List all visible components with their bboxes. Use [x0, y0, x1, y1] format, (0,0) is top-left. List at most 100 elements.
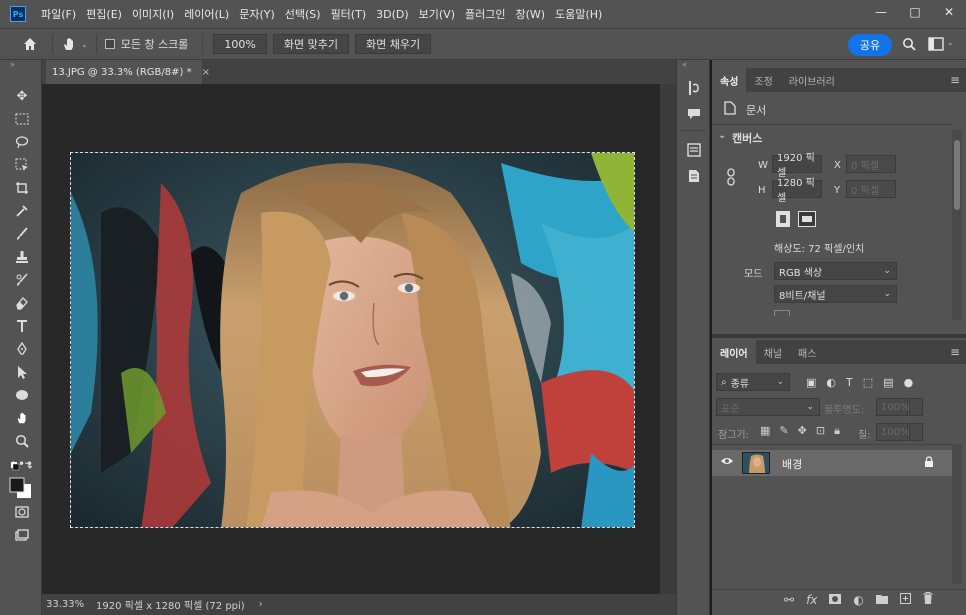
opacity-dropdown[interactable] [909, 398, 923, 416]
document-image[interactable] [70, 152, 635, 528]
pixel-filter-icon[interactable]: ▣ [806, 376, 816, 389]
y-field[interactable]: 0 픽셀 [846, 180, 896, 198]
adjustment-icon[interactable]: ◐ [853, 593, 863, 607]
stamp-tool-icon[interactable] [13, 248, 31, 266]
document-tab[interactable]: 13.JPG @ 33.3% (RGB/8#) * × [46, 60, 210, 84]
width-field[interactable]: 1920 픽셀 [772, 153, 822, 179]
pen-tool-icon[interactable] [13, 340, 31, 358]
mask-icon[interactable] [829, 593, 842, 607]
blend-mode-select[interactable]: 표준 ⌄ [716, 398, 820, 416]
trash-icon[interactable] [922, 592, 933, 607]
collapse-icon[interactable]: « [682, 60, 687, 69]
tab-layers[interactable]: 레이어 [712, 340, 756, 364]
new-layer-icon[interactable] [899, 592, 911, 607]
fill-field[interactable]: 100% [876, 423, 910, 441]
menu-view[interactable]: 보기(V) [414, 6, 460, 22]
portrait-orientation-icon[interactable] [776, 211, 790, 227]
search-icon[interactable] [902, 37, 916, 51]
visibility-eye-icon[interactable] [720, 456, 734, 469]
fx-icon[interactable]: fx [806, 593, 817, 607]
x-field[interactable]: 0 픽셀 [846, 155, 896, 173]
history-panel-icon[interactable] [686, 80, 702, 96]
object-selection-tool-icon[interactable] [13, 156, 31, 174]
menu-select[interactable]: 선택(S) [280, 6, 326, 22]
move-tool-icon[interactable]: ✥ [13, 87, 31, 105]
fill-dropdown[interactable] [909, 423, 923, 441]
marquee-tool-icon[interactable] [13, 110, 31, 128]
lock-pixels-icon[interactable]: ✎ [779, 424, 788, 438]
panel-menu-icon[interactable]: ≡ [950, 345, 960, 359]
quick-mask-icon[interactable] [13, 503, 31, 521]
menu-edit[interactable]: 편집(E) [81, 6, 127, 22]
scroll-all-windows-checkbox[interactable] [104, 39, 115, 49]
zoom-tool-icon[interactable] [13, 432, 31, 450]
menu-window[interactable]: 창(W) [510, 6, 550, 22]
layers-scrollbar[interactable] [952, 444, 962, 584]
screen-mode-icon[interactable] [13, 526, 31, 544]
properties-panel-icon[interactable] [686, 142, 702, 158]
ellipse-tool-icon[interactable] [13, 386, 31, 404]
tab-paths[interactable]: 패스 [790, 340, 824, 364]
lasso-tool-icon[interactable] [13, 133, 31, 151]
chevron-down-icon[interactable]: ⌄ [947, 38, 954, 47]
menu-plugins[interactable]: 플러그인 [460, 6, 510, 22]
vertical-scrollbar[interactable] [660, 84, 676, 594]
menu-type[interactable]: 문자(Y) [234, 6, 280, 22]
tab-properties[interactable]: 속성 [712, 68, 747, 92]
comments-panel-icon[interactable] [686, 106, 702, 122]
share-button[interactable]: 공유 [848, 34, 892, 56]
lock-position-icon[interactable]: ✥ [798, 424, 807, 438]
brush-tool-icon[interactable] [13, 225, 31, 243]
eraser-tool-icon[interactable] [13, 294, 31, 312]
menu-filter[interactable]: 필터(T) [326, 6, 372, 22]
canvas-area[interactable] [42, 84, 660, 594]
bit-depth-select[interactable]: 8비트/채널 ⌄ [774, 285, 897, 303]
opacity-field[interactable]: 100% [876, 398, 910, 416]
landscape-orientation-icon[interactable] [798, 211, 816, 227]
height-field[interactable]: 1280 픽셀 [772, 178, 822, 204]
workspace-icon[interactable] [928, 37, 944, 51]
layer-lock-icon[interactable] [924, 456, 934, 471]
layer-filter-select[interactable]: ⌕ 종류 ⌄ [716, 373, 790, 391]
zoom-level[interactable]: 33.33% [42, 599, 88, 610]
link-icon[interactable]: ⚯ [784, 593, 794, 607]
photoshop-logo[interactable]: Ps [10, 6, 26, 22]
tab-channels[interactable]: 채널 [756, 340, 790, 364]
menu-layer[interactable]: 레이어(L) [179, 6, 234, 22]
menu-file[interactable]: 파일(F) [36, 6, 81, 22]
smart-object-filter-icon[interactable]: ▤ [883, 376, 893, 389]
menu-image[interactable]: 이미지(I) [127, 6, 179, 22]
home-icon[interactable] [22, 36, 38, 52]
fill-screen-button[interactable]: 화면 채우기 [354, 34, 432, 54]
group-folder-icon[interactable] [875, 593, 888, 607]
notes-panel-icon[interactable] [686, 168, 702, 184]
adjustment-filter-icon[interactable]: ◐ [826, 376, 836, 389]
hand-tool-icon[interactable] [13, 409, 31, 427]
filter-toggle-icon[interactable]: ● [904, 376, 914, 389]
type-filter-icon[interactable]: T [846, 376, 853, 389]
zoom-100-button[interactable]: 100% [213, 34, 267, 54]
fit-screen-button[interactable]: 화면 맞추기 [272, 34, 349, 54]
properties-scrollbar[interactable] [952, 130, 962, 320]
lock-artboard-icon[interactable]: ⊡ [816, 424, 825, 438]
scroll-thumb[interactable] [954, 140, 960, 210]
lock-all-icon[interactable]: 🔒︎ [834, 424, 840, 438]
eyedropper-tool-icon[interactable] [13, 202, 31, 220]
hand-tool-icon[interactable] [61, 36, 77, 52]
tab-libraries[interactable]: 라이브러리 [781, 68, 843, 92]
background-color-swatch[interactable] [774, 310, 790, 316]
panel-menu-icon[interactable]: ≡ [950, 73, 960, 87]
type-tool-icon[interactable] [13, 317, 31, 335]
chevron-down-icon[interactable]: ⌄ [81, 40, 88, 49]
close-tab-icon[interactable]: × [202, 67, 210, 78]
collapse-icon[interactable]: » [10, 60, 15, 69]
shape-filter-icon[interactable]: ⬚ [863, 376, 873, 389]
layer-row[interactable]: 배경 [712, 450, 952, 476]
menu-3d[interactable]: 3D(D) [371, 8, 414, 21]
color-mode-select[interactable]: RGB 색상 ⌄ [774, 262, 897, 280]
chevron-down-icon[interactable]: ⌄ [718, 130, 726, 141]
link-dimensions-icon[interactable] [726, 168, 736, 189]
minimize-button[interactable]: — [864, 0, 898, 24]
layer-name[interactable]: 배경 [782, 456, 802, 472]
lock-transparent-icon[interactable]: ▦ [760, 424, 770, 438]
